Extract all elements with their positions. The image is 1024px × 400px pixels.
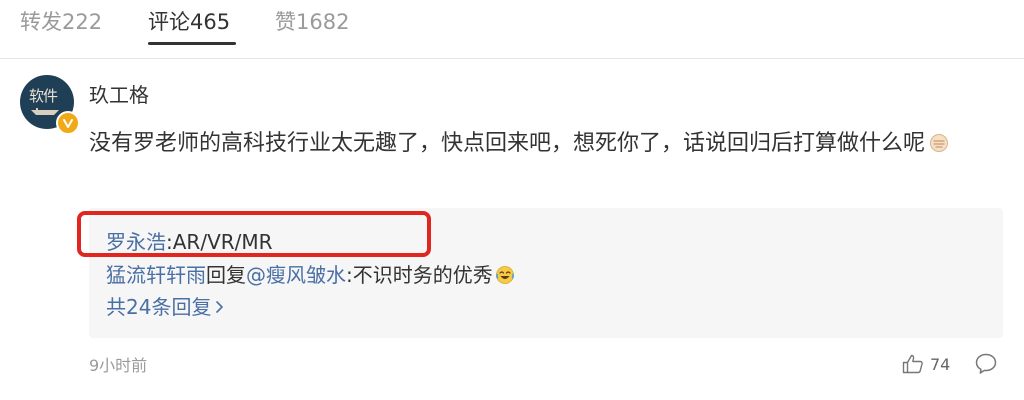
laugh-cry-emoji-icon (495, 266, 514, 284)
chevron-right-icon (216, 301, 224, 313)
tab-repost[interactable]: 转发222 (20, 8, 102, 36)
comment-text: 没有罗老师的高科技行业太无趣了，快点回来吧，想死你了，话说回归后打算做什么呢 (89, 131, 926, 156)
reply-label: 回复 (206, 263, 246, 287)
tab-like[interactable]: 赞1682 (275, 8, 349, 36)
reply-mention[interactable]: @瘦风皱水 (246, 263, 346, 287)
comment-bubble-icon (975, 353, 997, 374)
like-count: 74 (930, 355, 951, 374)
comment-page: 转发222 评论465 赞1682 软件 玖工格 没有罗老师的高科技行业太无趣了… (0, 0, 1024, 400)
avatar-logo-text: 软件 (29, 87, 58, 105)
reply-separator: : (166, 230, 173, 254)
reply-author[interactable]: 猛流轩轩雨 (106, 263, 206, 287)
tab-bar: 转发222 评论465 赞1682 (0, 0, 1024, 50)
reply-text: AR/VR/MR (172, 230, 273, 254)
like-button[interactable]: 74 (902, 352, 956, 378)
timestamp: 9小时前 (89, 356, 148, 375)
reply-separator: : (346, 263, 353, 287)
tab-comment[interactable]: 评论465 (148, 8, 230, 36)
active-tab-indicator (148, 42, 236, 45)
reply-button[interactable] (974, 352, 998, 376)
reply-text: 不识时务的优秀 (352, 263, 493, 287)
replies-panel: 罗永浩:AR/VR/MR 猛流轩轩雨回复@瘦风皱水:不识时务的优秀 共24条回复 (89, 208, 1003, 338)
reply-item: 罗永浩:AR/VR/MR (106, 228, 273, 256)
verified-icon (56, 111, 80, 135)
username[interactable]: 玖工格 (89, 82, 149, 108)
reply-author[interactable]: 罗永浩 (106, 230, 166, 254)
comment-body: 没有罗老师的高科技行业太无趣了，快点回来吧，想死你了，话说回归后打算做什么呢 (89, 125, 1004, 163)
divider (0, 58, 1024, 59)
boat-icon (31, 108, 59, 115)
view-all-replies-label: 共24条回复 (106, 295, 212, 319)
reply-item: 猛流轩轩雨回复@瘦风皱水:不识时务的优秀 (106, 261, 515, 289)
fist-emoji-icon (930, 134, 949, 152)
thumbs-up-icon (902, 354, 923, 374)
view-all-replies-link[interactable]: 共24条回复 (106, 293, 224, 321)
